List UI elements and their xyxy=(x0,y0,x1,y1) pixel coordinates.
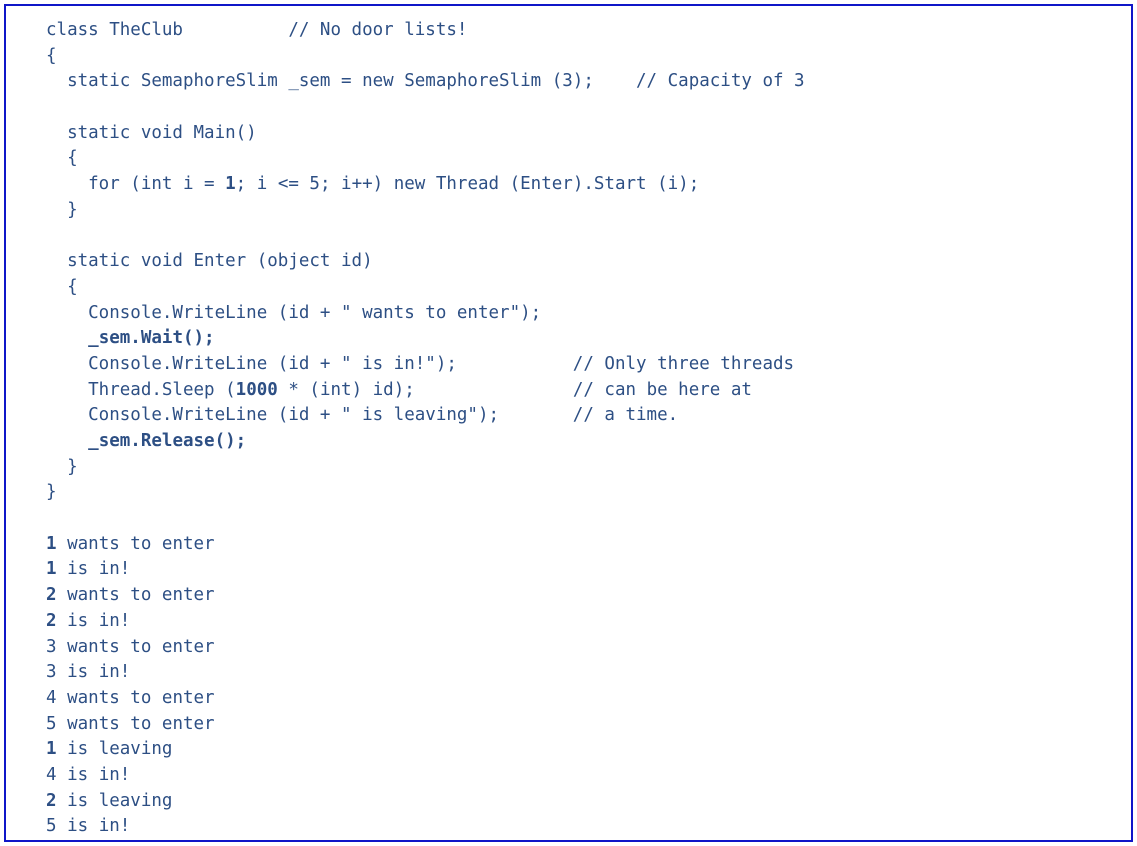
code-text: } xyxy=(46,199,78,220)
output-line: 1 is leaving xyxy=(46,737,1125,763)
code-text: _sem.Wait(); xyxy=(88,328,215,349)
code-line: Thread.Sleep (1000 * (int) id); // can b… xyxy=(46,378,1125,404)
output-thread-id: 3 xyxy=(46,636,57,657)
code-line: { xyxy=(46,275,1125,301)
code-text: class TheClub xyxy=(46,20,289,40)
code-line: for (int i = 1; i <= 5; i++) new Thread … xyxy=(46,172,1125,198)
code-text: { xyxy=(46,148,78,169)
code-line: _sem.Wait(); xyxy=(46,326,1125,352)
output-message: is in! xyxy=(56,559,131,580)
code-text: * (int) id); xyxy=(277,379,573,400)
code-line: { xyxy=(46,146,1125,172)
output-thread-id: 1 xyxy=(46,739,57,760)
code-text: Console.WriteLine (id + " wants to enter… xyxy=(46,302,542,323)
output-line: 4 wants to enter xyxy=(46,686,1125,712)
output-thread-id: 3 xyxy=(46,662,57,683)
output-line: 1 wants to enter xyxy=(46,532,1125,558)
code-line: _sem.Release(); xyxy=(46,429,1125,455)
code-text: 1000 xyxy=(235,379,278,400)
code-line: Console.WriteLine (id + " is in!"); // O… xyxy=(46,352,1125,378)
code-text: { xyxy=(46,276,78,297)
output-line: 2 wants to enter xyxy=(46,583,1125,609)
code-text: static SemaphoreSlim _sem = new Semaphor… xyxy=(46,71,637,92)
output-line: 4 is in! xyxy=(46,763,1125,789)
code-line: class TheClub // No door lists! xyxy=(46,18,1125,44)
output-thread-id: 4 xyxy=(46,764,57,785)
output-message: wants to enter xyxy=(56,687,215,708)
output-message: is in! xyxy=(56,764,131,785)
output-thread-id: 5 xyxy=(46,816,57,837)
output-thread-id: 2 xyxy=(46,610,57,631)
code-line: } xyxy=(46,455,1125,481)
code-output-separator xyxy=(46,506,1125,532)
code-text: Thread.Sleep ( xyxy=(46,379,236,400)
output-message: is leaving xyxy=(56,739,173,760)
code-line: { xyxy=(46,44,1125,70)
output-line: 3 wants to enter xyxy=(46,635,1125,661)
code-comment: // Capacity of 3 xyxy=(636,71,805,92)
output-message: is leaving xyxy=(56,790,173,811)
code-line: Console.WriteLine (id + " is leaving"); … xyxy=(46,403,1125,429)
code-line: static void Main() xyxy=(46,121,1125,147)
code-text: _sem.Release(); xyxy=(88,431,247,451)
output-message: wants to enter xyxy=(56,585,215,606)
output-line: 5 is in! xyxy=(46,814,1125,840)
code-text: Console.WriteLine (id + " is leaving"); xyxy=(46,405,573,426)
output-thread-id: 5 xyxy=(46,713,57,734)
code-text: for (int i = xyxy=(46,174,226,195)
output-thread-id: 2 xyxy=(46,585,57,606)
code-text: static void Main() xyxy=(46,122,257,143)
code-listing: class TheClub // No door lists!{ static … xyxy=(46,18,1125,838)
output-line: 5 wants to enter xyxy=(46,712,1125,738)
output-line: 2 is in! xyxy=(46,609,1125,635)
code-text: Console.WriteLine (id + " is in!"); xyxy=(46,353,573,374)
code-comment: // a time. xyxy=(572,405,679,426)
output-thread-id: 2 xyxy=(46,790,57,811)
output-message: is in! xyxy=(56,816,131,837)
code-line: } xyxy=(46,480,1125,506)
code-comment: // Only three threads xyxy=(572,353,795,374)
output-message: is in! xyxy=(56,610,131,631)
code-line: static SemaphoreSlim _sem = new Semaphor… xyxy=(46,69,1125,95)
code-frame: class TheClub // No door lists!{ static … xyxy=(4,4,1133,842)
output-line: 1 is in! xyxy=(46,557,1125,583)
output-message: wants to enter xyxy=(56,636,215,657)
output-message: wants to enter xyxy=(56,713,215,734)
code-line: } xyxy=(46,198,1125,224)
code-comment: // can be here at xyxy=(572,379,752,400)
output-line: 2 is leaving xyxy=(46,789,1125,815)
code-text: } xyxy=(46,482,57,503)
code-text: { xyxy=(46,45,57,66)
output-thread-id: 4 xyxy=(46,687,57,708)
code-sample-page: class TheClub // No door lists!{ static … xyxy=(0,0,1137,846)
code-comment: // No door lists! xyxy=(288,20,468,40)
code-text: ; i <= 5; i++) new Thread (Enter).Start … xyxy=(235,174,700,195)
code-line: Console.WriteLine (id + " wants to enter… xyxy=(46,301,1125,327)
output-thread-id: 1 xyxy=(46,533,57,554)
output-message: wants to enter xyxy=(56,533,215,554)
code-text: 1 xyxy=(225,174,236,195)
code-text: static void Enter (object id) xyxy=(46,251,373,272)
output-message: is in! xyxy=(56,662,131,683)
code-text: } xyxy=(46,456,78,477)
code-line: static void Enter (object id) xyxy=(46,249,1125,275)
output-thread-id: 1 xyxy=(46,559,57,580)
output-line: 3 is in! xyxy=(46,660,1125,686)
